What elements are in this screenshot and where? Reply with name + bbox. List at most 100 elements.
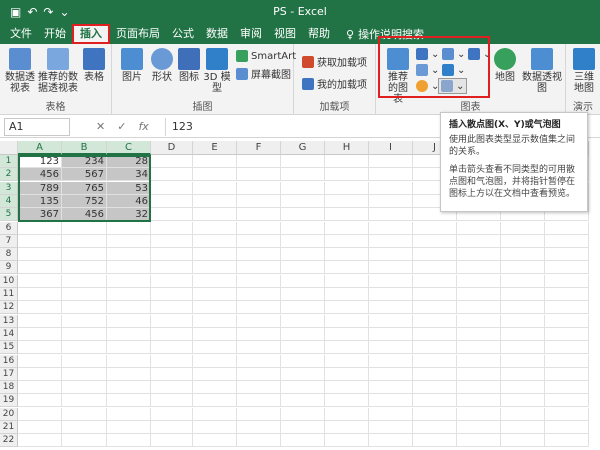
cell-a18[interactable]: [18, 381, 62, 395]
cell-m17[interactable]: [545, 367, 589, 381]
cell-f13[interactable]: [237, 314, 281, 328]
cell-l11[interactable]: [501, 288, 545, 301]
cell-g5[interactable]: [281, 208, 325, 222]
cell-a12[interactable]: [18, 301, 62, 315]
cell-i16[interactable]: [369, 354, 413, 368]
cell-l12[interactable]: [501, 301, 545, 315]
maps-button[interactable]: 地图: [492, 48, 518, 83]
cell-h9[interactable]: [325, 261, 369, 275]
cell-h17[interactable]: [325, 367, 369, 381]
column-header-b[interactable]: B: [62, 141, 107, 155]
cell-m15[interactable]: [545, 341, 589, 355]
cell-f3[interactable]: [237, 181, 281, 195]
cell-l21[interactable]: [501, 421, 545, 434]
cell-a14[interactable]: [18, 327, 62, 341]
cell-a16[interactable]: [18, 354, 62, 368]
cell-g1[interactable]: [281, 155, 325, 168]
cell-a2[interactable]: 456: [18, 168, 62, 182]
row-header-20[interactable]: 20: [0, 407, 18, 421]
cell-f15[interactable]: [237, 341, 281, 355]
cell-d1[interactable]: [151, 155, 193, 168]
cell-a10[interactable]: [18, 274, 62, 288]
cell-f20[interactable]: [237, 407, 281, 421]
cell-l17[interactable]: [501, 367, 545, 381]
cell-g12[interactable]: [281, 301, 325, 315]
cell-a7[interactable]: [18, 234, 62, 248]
cell-e9[interactable]: [193, 261, 237, 275]
cell-e5[interactable]: [193, 208, 237, 222]
cell-b13[interactable]: [62, 314, 107, 328]
cell-j16[interactable]: [413, 354, 457, 368]
cell-j20[interactable]: [413, 407, 457, 421]
cell-f9[interactable]: [237, 261, 281, 275]
cell-e11[interactable]: [193, 288, 237, 301]
cell-h20[interactable]: [325, 407, 369, 421]
cell-b16[interactable]: [62, 354, 107, 368]
cell-m21[interactable]: [545, 421, 589, 434]
cell-b22[interactable]: [62, 434, 107, 448]
tab-review[interactable]: 审阅: [234, 24, 268, 44]
get-addins-button[interactable]: 获取加载项: [302, 54, 367, 69]
row-header-6[interactable]: 6: [0, 221, 18, 235]
cell-c9[interactable]: [107, 261, 151, 275]
cell-j11[interactable]: [413, 288, 457, 301]
cell-c5[interactable]: 32: [107, 208, 151, 222]
cell-e10[interactable]: [193, 274, 237, 288]
cell-j9[interactable]: [413, 261, 457, 275]
cell-k16[interactable]: [457, 354, 501, 368]
cell-l15[interactable]: [501, 341, 545, 355]
row-header-21[interactable]: 21: [0, 421, 18, 434]
cell-l7[interactable]: [501, 234, 545, 248]
cell-c17[interactable]: [107, 367, 151, 381]
cell-j14[interactable]: [413, 327, 457, 341]
cell-b12[interactable]: [62, 301, 107, 315]
save-icon[interactable]: ▣: [10, 5, 21, 19]
column-header-d[interactable]: D: [151, 141, 193, 155]
cell-h10[interactable]: [325, 274, 369, 288]
cell-f6[interactable]: [237, 221, 281, 235]
cell-h15[interactable]: [325, 341, 369, 355]
cell-i7[interactable]: [369, 234, 413, 248]
shapes-button[interactable]: 形状: [148, 48, 176, 83]
cell-m7[interactable]: [545, 234, 589, 248]
cell-d4[interactable]: [151, 194, 193, 208]
cell-g15[interactable]: [281, 341, 325, 355]
cell-a19[interactable]: [18, 394, 62, 408]
cell-f19[interactable]: [237, 394, 281, 408]
cell-b7[interactable]: [62, 234, 107, 248]
cell-d16[interactable]: [151, 354, 193, 368]
cancel-icon[interactable]: ✕: [96, 120, 105, 133]
cell-d8[interactable]: [151, 248, 193, 262]
cell-a4[interactable]: 135: [18, 194, 62, 208]
row-header-18[interactable]: 18: [0, 381, 18, 395]
cell-i4[interactable]: [369, 194, 413, 208]
cell-d9[interactable]: [151, 261, 193, 275]
cell-h12[interactable]: [325, 301, 369, 315]
cell-b1[interactable]: 234: [62, 155, 107, 168]
cell-f14[interactable]: [237, 327, 281, 341]
cell-g3[interactable]: [281, 181, 325, 195]
icons-button[interactable]: 图标: [178, 48, 200, 83]
column-header-a[interactable]: A: [18, 141, 62, 155]
cell-m8[interactable]: [545, 248, 589, 262]
cell-d20[interactable]: [151, 407, 193, 421]
cell-k20[interactable]: [457, 407, 501, 421]
cell-d6[interactable]: [151, 221, 193, 235]
cell-b9[interactable]: [62, 261, 107, 275]
cell-f2[interactable]: [237, 168, 281, 182]
3d-map-button[interactable]: 三维地图: [570, 48, 598, 94]
cell-c20[interactable]: [107, 407, 151, 421]
cell-g6[interactable]: [281, 221, 325, 235]
column-header-i[interactable]: I: [369, 141, 413, 155]
tab-view[interactable]: 视图: [268, 24, 302, 44]
cell-k10[interactable]: [457, 274, 501, 288]
cell-d18[interactable]: [151, 381, 193, 395]
undo-icon[interactable]: ↶: [27, 5, 37, 19]
cell-b6[interactable]: [62, 221, 107, 235]
cell-a11[interactable]: [18, 288, 62, 301]
row-header-15[interactable]: 15: [0, 341, 18, 355]
cell-e1[interactable]: [193, 155, 237, 168]
cell-c22[interactable]: [107, 434, 151, 448]
cell-i17[interactable]: [369, 367, 413, 381]
cell-g21[interactable]: [281, 421, 325, 434]
